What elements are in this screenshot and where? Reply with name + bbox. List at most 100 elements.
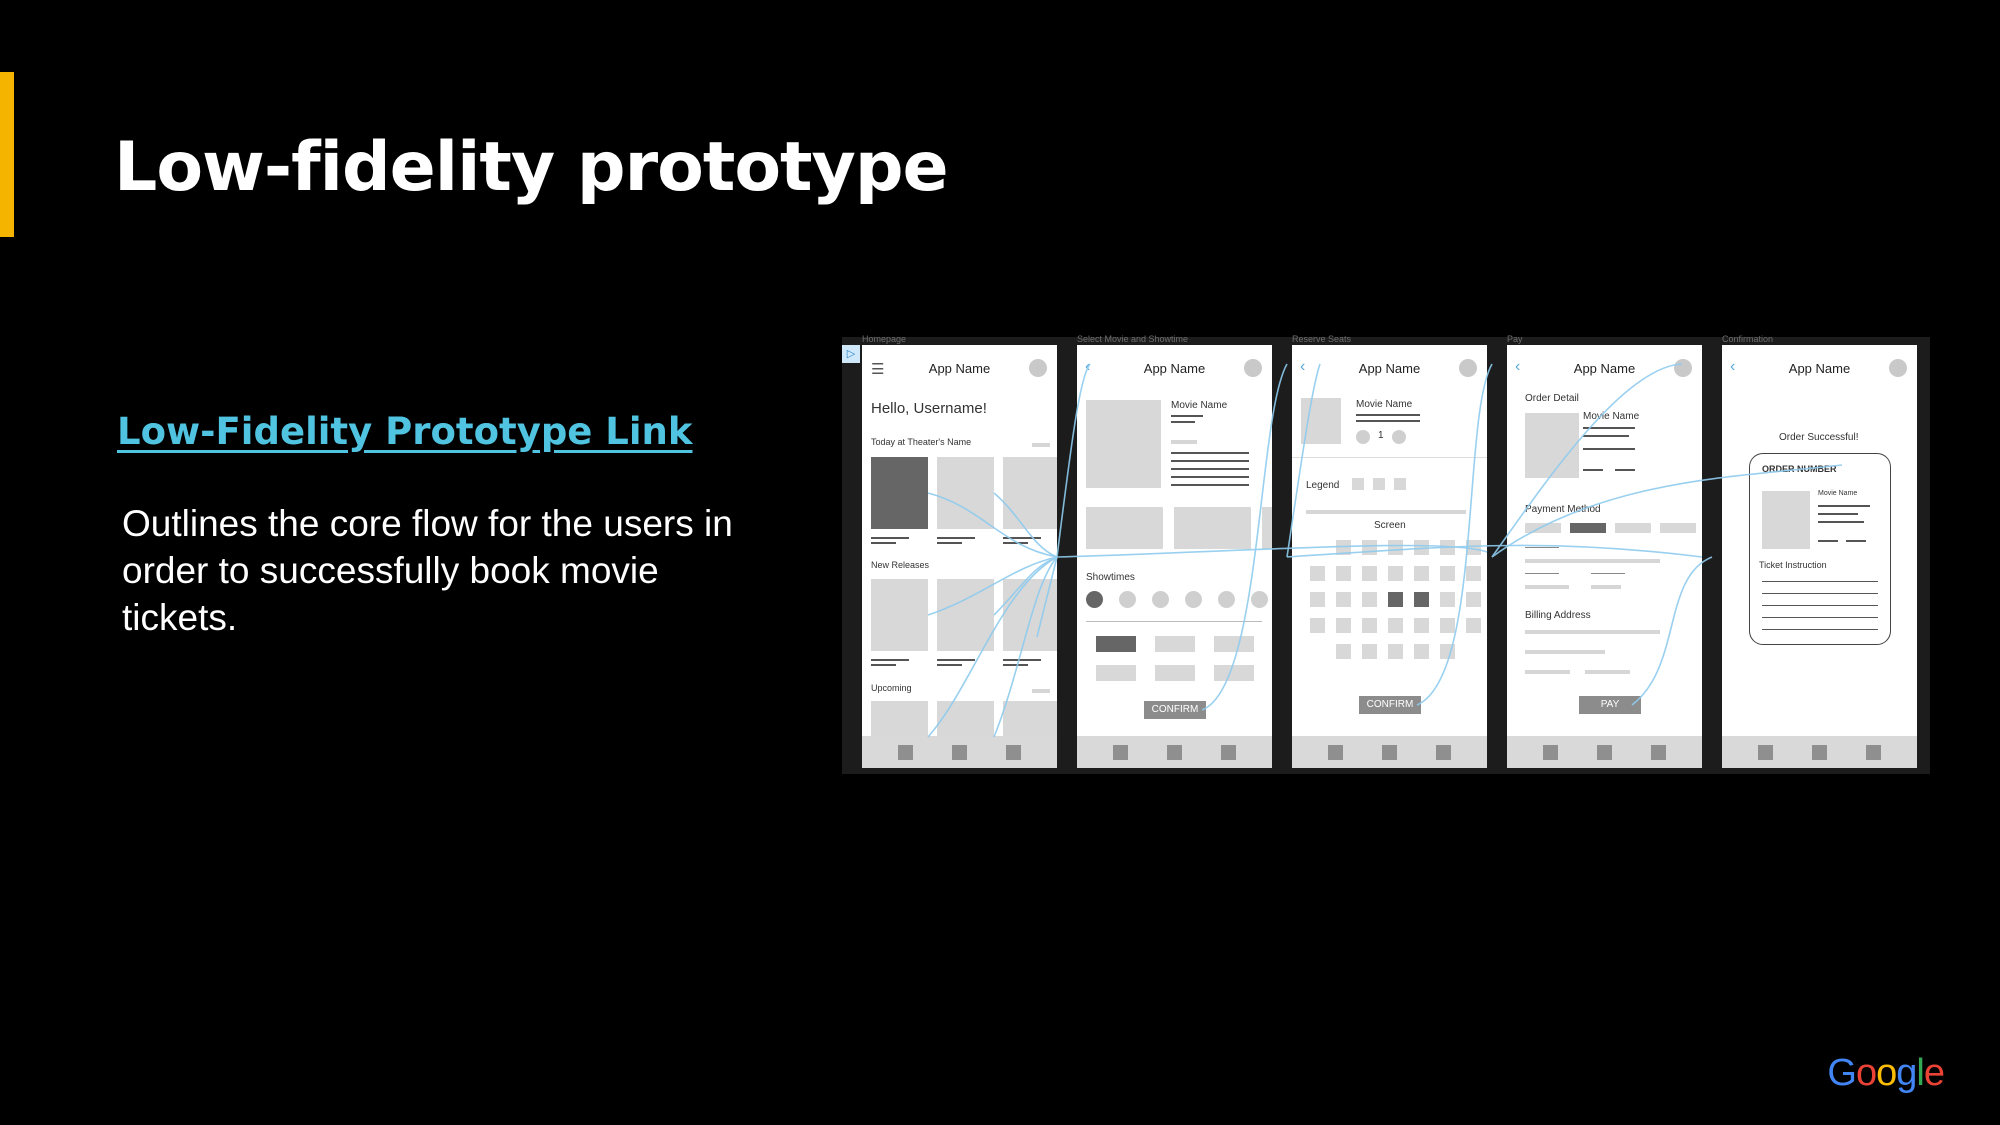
movie-poster[interactable] (1003, 701, 1057, 741)
date-option[interactable] (1251, 591, 1268, 608)
nav-icon[interactable] (1758, 745, 1773, 760)
movie-poster[interactable] (1003, 457, 1057, 529)
movie-poster[interactable] (937, 579, 994, 651)
seat[interactable] (1466, 618, 1481, 633)
seat[interactable] (1466, 540, 1481, 555)
date-option[interactable] (1152, 591, 1169, 608)
movie-poster[interactable] (871, 457, 928, 529)
seat[interactable] (1414, 644, 1429, 659)
payment-option[interactable] (1525, 523, 1561, 533)
play-icon[interactable]: ▷ (842, 345, 860, 363)
media-thumbnail[interactable] (1262, 507, 1272, 549)
billing-address-label: Billing Address (1525, 610, 1591, 621)
avatar-icon[interactable] (1674, 359, 1692, 377)
nav-icon[interactable] (1543, 745, 1558, 760)
movie-poster (1762, 491, 1810, 549)
input-line[interactable] (1525, 650, 1605, 654)
showtime-option[interactable] (1214, 665, 1254, 681)
input-line[interactable] (1585, 670, 1630, 674)
seat[interactable] (1310, 566, 1325, 581)
date-option[interactable] (1086, 591, 1103, 608)
nav-icon[interactable] (1382, 745, 1397, 760)
movie-poster[interactable] (1003, 579, 1057, 651)
payment-option[interactable] (1660, 523, 1696, 533)
nav-icon[interactable] (1651, 745, 1666, 760)
seat[interactable] (1414, 540, 1429, 555)
seat[interactable] (1336, 540, 1351, 555)
seat[interactable] (1466, 566, 1481, 581)
showtime-option[interactable] (1214, 636, 1254, 652)
payment-option[interactable] (1570, 523, 1606, 533)
confirm-button[interactable]: CONFIRM (1144, 701, 1206, 719)
seat[interactable] (1336, 592, 1351, 607)
input-line[interactable] (1525, 585, 1569, 589)
nav-icon[interactable] (952, 745, 967, 760)
input-line[interactable] (1525, 670, 1570, 674)
movie-poster[interactable] (937, 457, 994, 529)
date-option[interactable] (1119, 591, 1136, 608)
pay-button[interactable]: PAY (1579, 696, 1641, 714)
text-line (1356, 420, 1420, 422)
seat[interactable] (1414, 618, 1429, 633)
nav-icon[interactable] (1113, 745, 1128, 760)
nav-icon[interactable] (1167, 745, 1182, 760)
seat[interactable] (1362, 644, 1377, 659)
nav-icon[interactable] (1812, 745, 1827, 760)
seat[interactable] (1336, 566, 1351, 581)
seat[interactable] (1440, 618, 1455, 633)
date-option[interactable] (1185, 591, 1202, 608)
seat[interactable] (1362, 592, 1377, 607)
prototype-link[interactable]: Low-Fidelity Prototype Link (117, 410, 693, 453)
seat[interactable] (1310, 592, 1325, 607)
seat[interactable] (1414, 566, 1429, 581)
seat[interactable] (1388, 618, 1403, 633)
increase-icon[interactable] (1392, 430, 1406, 444)
seat[interactable] (1414, 592, 1429, 607)
seat[interactable] (1310, 618, 1325, 633)
payment-option[interactable] (1615, 523, 1651, 533)
avatar-icon[interactable] (1244, 359, 1262, 377)
media-thumbnail[interactable] (1086, 507, 1163, 549)
text-line (1525, 547, 1559, 548)
seat[interactable] (1440, 566, 1455, 581)
nav-icon[interactable] (1436, 745, 1451, 760)
nav-icon[interactable] (1221, 745, 1236, 760)
nav-icon[interactable] (1328, 745, 1343, 760)
seat[interactable] (1336, 618, 1351, 633)
seat[interactable] (1336, 644, 1351, 659)
nav-icon[interactable] (1006, 745, 1021, 760)
seat[interactable] (1440, 540, 1455, 555)
media-thumbnail[interactable] (1174, 507, 1251, 549)
seat[interactable] (1362, 566, 1377, 581)
avatar-icon[interactable] (1459, 359, 1477, 377)
seat[interactable] (1388, 540, 1403, 555)
confirm-button[interactable]: CONFIRM (1359, 696, 1421, 714)
input-line[interactable] (1525, 630, 1660, 634)
input-line[interactable] (1525, 559, 1660, 563)
seat[interactable] (1362, 618, 1377, 633)
showtime-option[interactable] (1096, 636, 1136, 652)
date-option[interactable] (1218, 591, 1235, 608)
showtime-option[interactable] (1155, 665, 1195, 681)
avatar-icon[interactable] (1029, 359, 1047, 377)
nav-icon[interactable] (1597, 745, 1612, 760)
seat[interactable] (1388, 592, 1403, 607)
seat[interactable] (1388, 566, 1403, 581)
showtime-option[interactable] (1096, 665, 1136, 681)
seat[interactable] (1388, 644, 1403, 659)
movie-poster[interactable] (871, 579, 928, 651)
seat[interactable] (1440, 644, 1455, 659)
decrease-icon[interactable] (1356, 430, 1370, 444)
avatar-icon[interactable] (1889, 359, 1907, 377)
nav-icon[interactable] (898, 745, 913, 760)
seat[interactable] (1440, 592, 1455, 607)
showtime-option[interactable] (1155, 636, 1195, 652)
text-line (871, 664, 896, 666)
seat[interactable] (1362, 540, 1377, 555)
input-line[interactable] (1591, 585, 1621, 589)
nav-icon[interactable] (1866, 745, 1881, 760)
movie-poster[interactable] (871, 701, 928, 741)
seat[interactable] (1466, 592, 1481, 607)
movie-poster[interactable] (937, 701, 994, 741)
section-new-releases: New Releases (871, 560, 930, 570)
